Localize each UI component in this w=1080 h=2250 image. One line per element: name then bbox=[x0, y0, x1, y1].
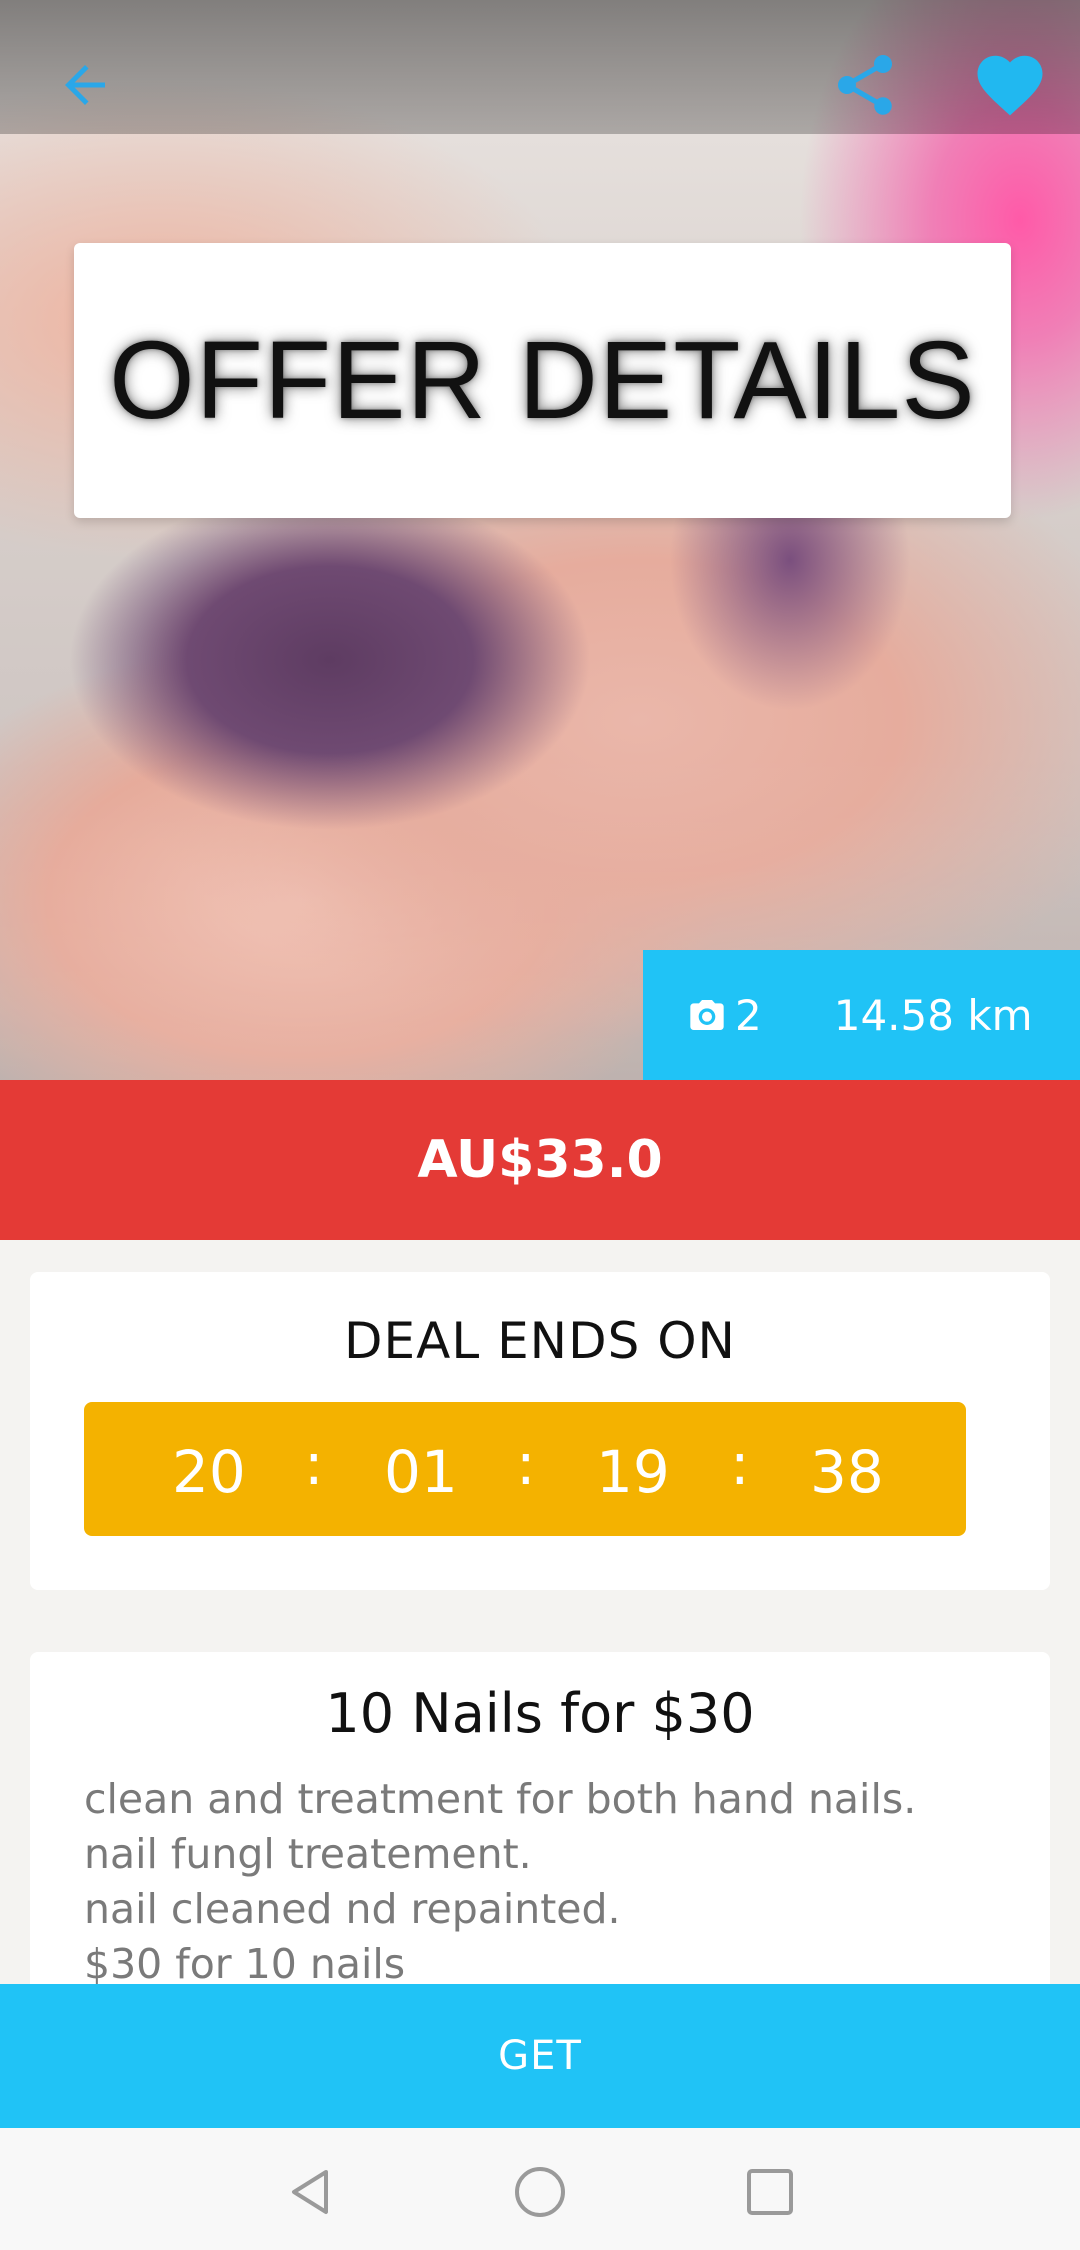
share-icon bbox=[838, 55, 892, 115]
countdown-minutes: 19 bbox=[596, 1438, 670, 1506]
share-button[interactable] bbox=[820, 40, 910, 130]
system-navigation-bar bbox=[0, 2128, 1080, 2250]
price-band: AU$33.0 bbox=[0, 1080, 1080, 1240]
hero-top-shade bbox=[0, 0, 1080, 134]
countdown-separator: : bbox=[730, 1430, 750, 1498]
deal-ends-title: DEAL ENDS ON bbox=[344, 1312, 736, 1370]
nav-back-button[interactable] bbox=[270, 2152, 350, 2232]
get-button[interactable]: GET bbox=[0, 1984, 1080, 2128]
photo-distance-bar[interactable]: 2 14.58 km bbox=[643, 950, 1080, 1080]
countdown-days: 20 bbox=[172, 1438, 246, 1506]
back-button[interactable] bbox=[40, 40, 130, 130]
distance-value: 14.58 km bbox=[833, 990, 1033, 1040]
offer-hero-image: OFFER DETAILS 2 14.58 km bbox=[0, 0, 1080, 1080]
circle-home-icon bbox=[515, 2167, 565, 2217]
offer-name: 10 Nails for $30 bbox=[325, 1682, 755, 1745]
triangle-back-icon bbox=[292, 2170, 328, 2214]
photo-count-value: 2 bbox=[735, 990, 762, 1040]
nav-recents-button[interactable] bbox=[730, 2152, 810, 2232]
photo-count[interactable]: 2 bbox=[687, 991, 762, 1040]
deal-ends-card: DEAL ENDS ON 20 : 01 : 19 : 38 bbox=[30, 1272, 1050, 1590]
offer-description-card: 10 Nails for $30 clean and treatment for… bbox=[30, 1652, 1050, 2032]
description-line: nail fungl treatement. bbox=[84, 1830, 532, 1878]
countdown-separator: : bbox=[304, 1430, 324, 1498]
offer-description: clean and treatment for both hand nails.… bbox=[84, 1772, 1020, 1992]
offer-title-card: OFFER DETAILS bbox=[74, 243, 1011, 518]
countdown-timer: 20 : 01 : 19 : 38 bbox=[84, 1402, 966, 1536]
arrow-left-icon bbox=[65, 65, 105, 105]
description-line: nail cleaned nd repainted. bbox=[84, 1885, 621, 1933]
countdown-seconds: 38 bbox=[810, 1438, 884, 1506]
nav-home-button[interactable] bbox=[500, 2152, 580, 2232]
description-line: clean and treatment for both hand nails. bbox=[84, 1775, 917, 1823]
get-button-label: GET bbox=[498, 2033, 582, 2079]
countdown-separator: : bbox=[516, 1430, 536, 1498]
heart-icon bbox=[977, 55, 1043, 116]
camera-icon bbox=[690, 1000, 724, 1030]
square-recents-icon bbox=[747, 2169, 793, 2215]
price-label: AU$33.0 bbox=[417, 1130, 663, 1190]
favorite-button[interactable] bbox=[965, 40, 1055, 130]
offer-title: OFFER DETAILS bbox=[109, 319, 976, 442]
countdown-hours: 01 bbox=[384, 1438, 458, 1506]
